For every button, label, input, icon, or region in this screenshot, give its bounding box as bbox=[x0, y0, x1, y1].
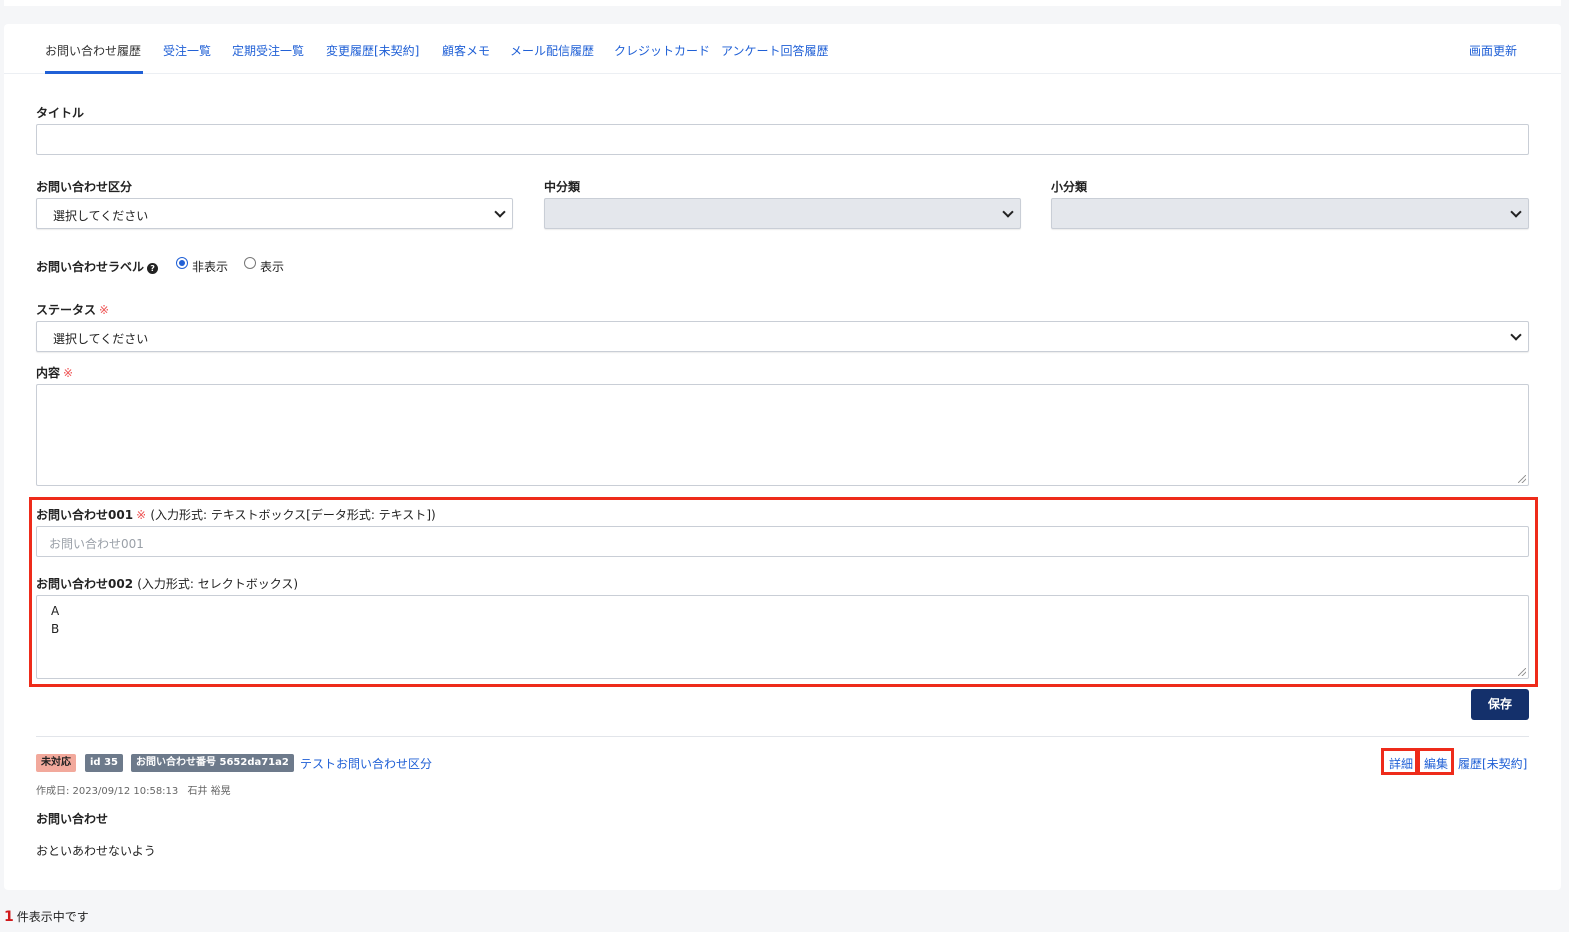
status-badge: 未対応 bbox=[36, 754, 76, 772]
custom-fields-highlight bbox=[29, 497, 1538, 687]
tab-survey-history[interactable]: アンケート回答履歴 bbox=[721, 42, 829, 59]
mid-category-select[interactable] bbox=[544, 198, 1021, 229]
chevron-down-icon bbox=[494, 206, 506, 218]
radio-hide[interactable] bbox=[176, 257, 188, 269]
author-name: 石井 裕晃 bbox=[187, 786, 231, 797]
inquiry-number-badge: お問い合わせ番号 5652da71a2 bbox=[131, 754, 294, 772]
edit-highlight bbox=[1417, 748, 1454, 775]
record-body: おといあわせないよう bbox=[36, 844, 156, 858]
mid-category-label: 中分類 bbox=[544, 180, 581, 194]
top-strip bbox=[4, 0, 1561, 6]
category-label: お問い合わせ区分 bbox=[36, 180, 133, 194]
active-tab-indicator bbox=[45, 71, 143, 74]
category-link[interactable]: テストお問い合わせ区分 bbox=[300, 755, 432, 772]
created-info: 作成日: 2023/09/12 10:58:13 石井 裕晃 bbox=[36, 782, 231, 797]
result-count: 1 件表示中です bbox=[4, 908, 89, 925]
divider bbox=[36, 736, 1529, 737]
status-select-value: 選択してください bbox=[53, 332, 149, 346]
content-textarea[interactable] bbox=[36, 384, 1529, 486]
record-section-title: お問い合わせ bbox=[36, 812, 109, 826]
status-label: ステータス ※ bbox=[36, 301, 109, 318]
tab-credit-card[interactable]: クレジットカード bbox=[614, 42, 710, 59]
content-label: 内容 ※ bbox=[36, 364, 73, 381]
category-select[interactable]: 選択してください bbox=[36, 198, 513, 229]
created-date: 作成日: 2023/09/12 10:58:13 bbox=[36, 786, 179, 797]
tab-inquiry-history[interactable]: お問い合わせ履歴 bbox=[45, 42, 141, 59]
tab-recurring-orders[interactable]: 定期受注一覧 bbox=[232, 42, 304, 59]
id-badge: id 35 bbox=[85, 754, 123, 772]
save-button[interactable]: 保存 bbox=[1471, 689, 1529, 720]
tab-change-history[interactable]: 変更履歴[未契約] bbox=[326, 42, 419, 59]
help-icon[interactable]: ? bbox=[147, 263, 159, 274]
tab-orders[interactable]: 受注一覧 bbox=[163, 42, 211, 59]
title-input[interactable] bbox=[36, 124, 1529, 155]
radio-hide-label: 非表示 bbox=[192, 260, 229, 274]
required-mark: ※ bbox=[99, 303, 110, 317]
content-label-text: 内容 bbox=[36, 366, 61, 380]
radio-show[interactable] bbox=[244, 257, 256, 269]
refresh-link[interactable]: 画面更新 bbox=[1469, 42, 1517, 59]
result-count-suffix: 件表示中です bbox=[16, 910, 89, 924]
chevron-down-icon bbox=[1002, 206, 1014, 218]
radio-show-label: 表示 bbox=[260, 260, 285, 274]
tab-mail-history[interactable]: メール配信履歴 bbox=[510, 42, 594, 59]
resize-handle-icon[interactable] bbox=[1518, 475, 1526, 483]
small-category-select[interactable] bbox=[1051, 198, 1529, 229]
status-select[interactable]: 選択してください bbox=[36, 321, 1529, 352]
tab-customer-memo[interactable]: 顧客メモ bbox=[442, 42, 490, 59]
chevron-down-icon bbox=[1510, 206, 1522, 218]
inquiry-label-label: お問い合わせラベル? bbox=[36, 258, 159, 275]
required-mark: ※ bbox=[63, 366, 74, 380]
result-count-number: 1 bbox=[4, 909, 14, 925]
tab-bar: お問い合わせ履歴 受注一覧 定期受注一覧 変更履歴[未契約] 顧客メモ メール配… bbox=[4, 24, 1561, 74]
chevron-down-icon bbox=[1510, 329, 1522, 341]
title-label: タイトル bbox=[36, 106, 85, 120]
detail-highlight bbox=[1381, 748, 1418, 775]
main-card: お問い合わせ履歴 受注一覧 定期受注一覧 変更履歴[未契約] 顧客メモ メール配… bbox=[4, 24, 1561, 890]
history-link[interactable]: 履歴[未契約] bbox=[1458, 755, 1527, 772]
status-label-text: ステータス bbox=[36, 303, 97, 317]
inquiry-label-text: お問い合わせラベル bbox=[36, 260, 145, 274]
category-select-value: 選択してください bbox=[53, 209, 149, 223]
small-category-label: 小分類 bbox=[1051, 180, 1088, 194]
